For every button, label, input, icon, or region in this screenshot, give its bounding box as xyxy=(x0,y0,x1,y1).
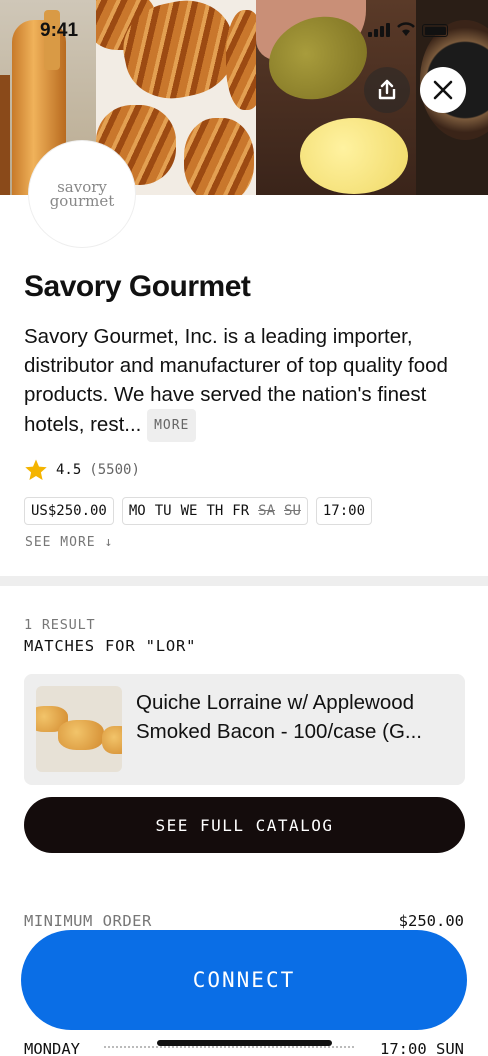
day-fr: FR xyxy=(232,503,250,519)
status-bar: 9:41 xyxy=(0,0,488,60)
battery-icon xyxy=(422,24,448,37)
star-icon xyxy=(25,459,47,480)
min-order-tag-value: US$250.00 xyxy=(31,503,107,519)
minimum-order-value: $250.00 xyxy=(398,912,464,930)
result-count: 1 RESULT xyxy=(24,617,96,633)
status-icons xyxy=(368,22,448,37)
min-order-tag: US$250.00 xyxy=(24,497,114,525)
product-name: Quiche Lorraine w/ Applewood Smoked Baco… xyxy=(136,691,422,743)
home-indicator[interactable] xyxy=(157,1040,332,1046)
rating-value: 4.5 xyxy=(56,462,82,478)
logo-line2: gourmet xyxy=(49,192,115,210)
rating: 4.5 (5500) xyxy=(24,458,140,482)
more-button[interactable]: MORE xyxy=(147,409,197,442)
cutoff-time-tag: 17:00 xyxy=(315,497,373,525)
connect-button[interactable]: CONNECT xyxy=(21,930,467,1030)
product-card[interactable]: Quiche Lorraine w/ Applewood Smoked Baco… xyxy=(24,674,465,785)
cutoff-time-value: 17:00 xyxy=(322,503,366,519)
vendor-logo: savory gourmet xyxy=(28,140,136,248)
vendor-tags: US$250.00 MO TU WE TH FR SA SU 17:00 xyxy=(24,497,373,525)
day-mo: MO xyxy=(128,503,146,519)
wifi-icon xyxy=(397,22,415,36)
see-more-button[interactable]: SEE MORE ↓ xyxy=(25,535,113,550)
vendor-name: Savory Gourmet xyxy=(24,270,251,303)
close-icon xyxy=(433,80,453,100)
description-text: Savory Gourmet, Inc. is a leading import… xyxy=(24,325,448,436)
matches-heading: MATCHES FOR "LOR" xyxy=(24,637,197,655)
day-we: WE xyxy=(180,503,198,519)
dotted-leader xyxy=(104,1046,354,1048)
day-sa: SA xyxy=(258,503,276,519)
see-full-catalog-button[interactable]: SEE FULL CATALOG xyxy=(24,797,465,853)
share-button[interactable] xyxy=(364,67,410,113)
day-tu: TU xyxy=(154,503,172,519)
rating-count: (5500) xyxy=(89,462,140,478)
monday-label: MONDAY xyxy=(24,1040,80,1056)
day-th: TH xyxy=(206,503,224,519)
monday-value: 17:00 SUN xyxy=(380,1040,464,1056)
signal-icon xyxy=(368,23,390,37)
vendor-description: Savory Gourmet, Inc. is a leading import… xyxy=(24,322,470,442)
section-divider xyxy=(0,576,488,586)
status-time: 9:41 xyxy=(40,20,79,41)
product-thumbnail xyxy=(36,686,122,772)
share-icon xyxy=(378,79,396,100)
delivery-days-tag: MO TU WE TH FR SA SU xyxy=(121,497,308,525)
day-su: SU xyxy=(284,503,301,519)
close-button[interactable] xyxy=(420,67,466,113)
minimum-order-label: MINIMUM ORDER xyxy=(24,912,152,930)
